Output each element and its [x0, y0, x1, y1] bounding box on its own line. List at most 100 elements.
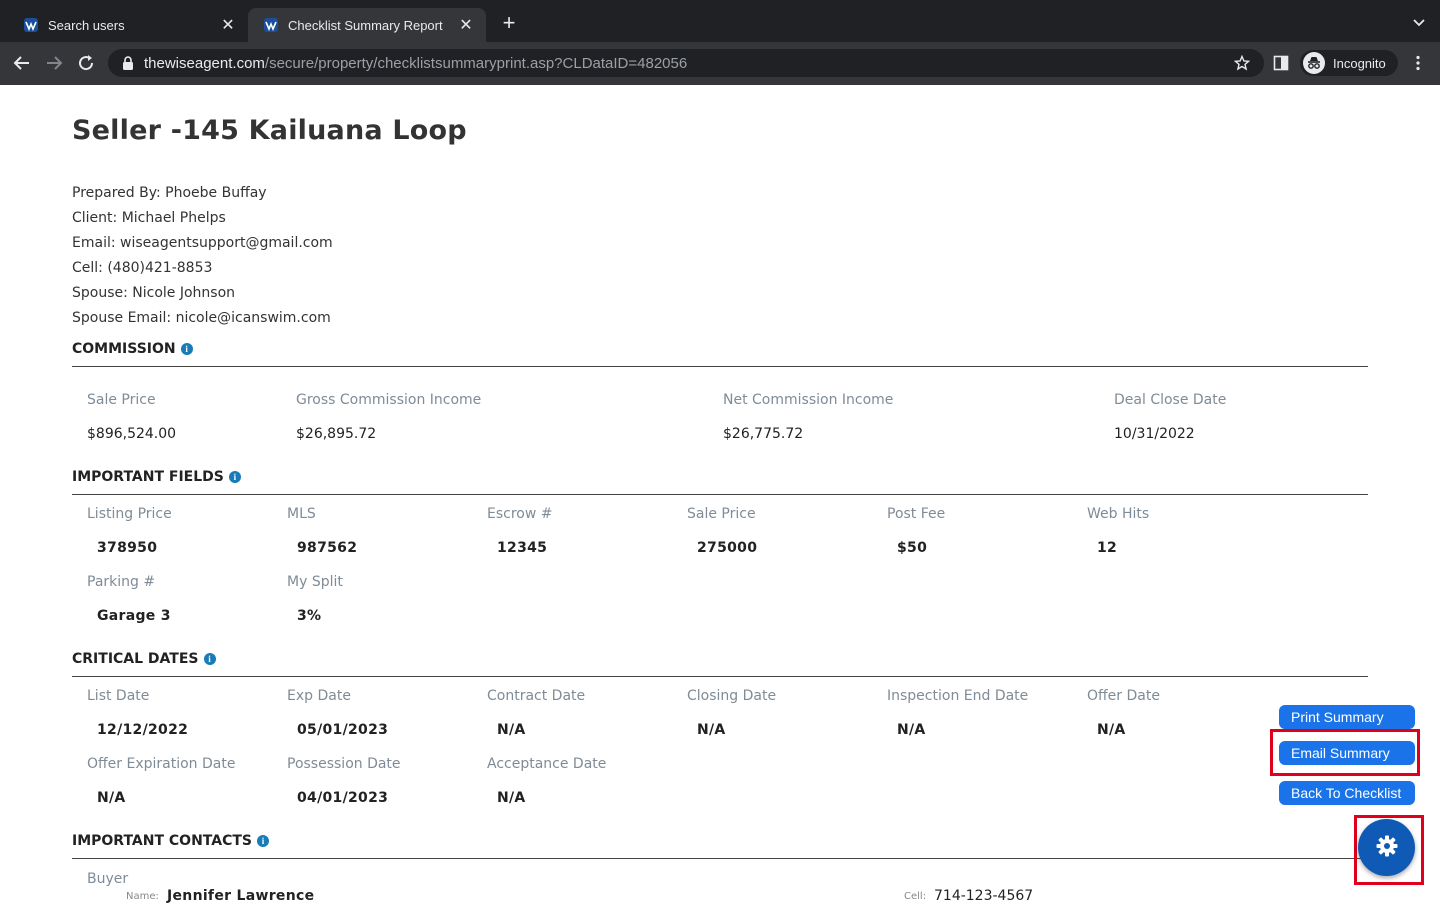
tab-title: Search users — [48, 17, 125, 33]
field-value: Garage 3 — [97, 608, 171, 624]
spouse-email: Spouse Email: nicole@icanswim.com — [72, 310, 331, 326]
side-panel-icon[interactable] — [1273, 55, 1289, 71]
field-value: 12345 — [497, 540, 548, 556]
client-cell: Cell: (480)421-8853 — [72, 260, 213, 276]
incognito-profile-button[interactable]: Incognito — [1300, 50, 1398, 76]
field-label: Parking # — [87, 574, 156, 590]
field-value: $26,895.72 — [296, 426, 377, 442]
field-label: Possession Date — [287, 756, 401, 772]
field-label: Sale Price — [87, 392, 156, 408]
address-bar[interactable]: thewiseagent.com/secure/property/checkli… — [108, 49, 1264, 77]
url-path: /secure/property/checklistsummaryprint.a… — [264, 54, 688, 72]
section-heading-text: COMMISSION — [72, 340, 176, 357]
field-label: Acceptance Date — [487, 756, 607, 772]
section-heading: IMPORTANT FIELDS i — [72, 467, 1368, 495]
url-host: thewiseagent.com — [144, 54, 265, 72]
field-value: 12 — [1097, 540, 1118, 556]
field-label: Offer Date — [1087, 688, 1160, 704]
browser-tab-bar: Search users ✕ Checklist Summary Report … — [0, 0, 1440, 42]
back-to-checklist-button[interactable]: Back To Checklist — [1279, 781, 1415, 805]
field-label: MLS — [287, 506, 316, 522]
client-info: Prepared By: Phoebe Buffay Client: Micha… — [72, 181, 333, 331]
contact-cell-value: 714-123-4567 — [934, 888, 1034, 904]
section-heading-text: IMPORTANT FIELDS — [72, 468, 224, 485]
field-label: Inspection End Date — [887, 688, 1029, 704]
important-fields-section: IMPORTANT FIELDS i Listing Price 378950 … — [72, 467, 1368, 624]
contact-cell-label: Cell: — [904, 891, 927, 902]
field-label: List Date — [87, 688, 150, 704]
reload-icon[interactable] — [75, 52, 97, 74]
section-heading: COMMISSION i — [72, 339, 1368, 367]
field-value: 3% — [297, 608, 322, 624]
field-value: 05/01/2023 — [297, 722, 389, 738]
tab-title: Checklist Summary Report — [288, 17, 443, 33]
buyer-label: Buyer — [87, 871, 129, 887]
tab-search-users[interactable]: Search users ✕ — [8, 8, 248, 42]
info-icon[interactable]: i — [180, 342, 193, 355]
gear-icon — [1375, 834, 1399, 862]
field-label: Closing Date — [687, 688, 777, 704]
field-value: $26,775.72 — [723, 426, 804, 442]
lock-icon[interactable] — [122, 56, 134, 70]
wiseagent-favicon-icon — [24, 18, 38, 32]
field-label: Sale Price — [687, 506, 756, 522]
field-label: Web Hits — [1087, 506, 1150, 522]
settings-fab-button[interactable] — [1358, 819, 1415, 876]
incognito-icon — [1303, 52, 1325, 74]
field-label: Deal Close Date — [1114, 392, 1227, 408]
field-value: 987562 — [297, 540, 358, 556]
field-label: Exp Date — [287, 688, 351, 704]
field-label: Post Fee — [887, 506, 946, 522]
contact-name-label: Name: — [126, 891, 159, 902]
field-label: Listing Price — [87, 506, 172, 522]
section-heading: IMPORTANT CONTACTS i — [72, 831, 1368, 859]
spouse-name: Spouse: Nicole Johnson — [72, 285, 236, 301]
email-summary-button[interactable]: Email Summary — [1279, 741, 1415, 765]
forward-arrow-icon[interactable] — [43, 52, 65, 74]
client-name: Client: Michael Phelps — [72, 210, 226, 226]
commission-section: COMMISSION i Sale Price $896,524.00 Gros… — [72, 339, 1368, 442]
field-value: N/A — [697, 722, 726, 738]
kebab-menu-icon[interactable] — [1410, 55, 1426, 71]
page-title: Seller -145 Kailuana Loop — [72, 115, 467, 146]
print-summary-button[interactable]: Print Summary — [1279, 705, 1415, 729]
profile-label: Incognito — [1333, 55, 1386, 71]
new-tab-icon[interactable]: + — [498, 12, 520, 34]
back-arrow-icon[interactable] — [11, 52, 33, 74]
field-value: N/A — [1097, 722, 1126, 738]
close-tab-icon[interactable]: ✕ — [220, 15, 236, 35]
field-value: 378950 — [97, 540, 158, 556]
field-label: Escrow # — [487, 506, 553, 522]
field-label: Net Commission Income — [723, 392, 894, 408]
wiseagent-favicon-icon — [264, 18, 278, 32]
field-value: 275000 — [697, 540, 758, 556]
field-value: N/A — [497, 722, 526, 738]
field-label: Contract Date — [487, 688, 586, 704]
info-icon[interactable]: i — [228, 470, 241, 483]
section-heading: CRITICAL DATES i — [72, 649, 1368, 677]
field-value: 10/31/2022 — [1114, 426, 1195, 442]
prepared-by: Prepared By: Phoebe Buffay — [72, 185, 267, 201]
info-icon[interactable]: i — [257, 834, 269, 847]
field-label: Gross Commission Income — [296, 392, 482, 408]
tab-checklist-summary[interactable]: Checklist Summary Report ✕ — [248, 8, 486, 42]
field-label: My Split — [287, 574, 343, 590]
section-heading-text: CRITICAL DATES — [72, 650, 199, 667]
close-tab-icon[interactable]: ✕ — [458, 15, 474, 35]
chevron-down-icon[interactable] — [1412, 14, 1426, 28]
field-value: 04/01/2023 — [297, 790, 389, 806]
field-value: N/A — [897, 722, 926, 738]
client-email: Email: wiseagentsupport@gmail.com — [72, 235, 333, 251]
section-heading-text: IMPORTANT CONTACTS — [72, 832, 252, 849]
field-value: $896,524.00 — [87, 426, 177, 442]
contact-name-value: Jennifer Lawrence — [167, 888, 315, 904]
field-label: Offer Expiration Date — [87, 756, 236, 772]
field-value: $50 — [897, 540, 928, 556]
bookmark-star-icon[interactable] — [1233, 54, 1251, 71]
field-value: N/A — [97, 790, 126, 806]
info-icon[interactable]: i — [203, 652, 216, 665]
critical-dates-section: CRITICAL DATES i List Date 12/12/2022 Ex… — [72, 649, 1368, 806]
field-value: N/A — [497, 790, 526, 806]
important-contacts-section: IMPORTANT CONTACTS i Buyer Name: Jennife… — [72, 831, 1368, 904]
field-value: 12/12/2022 — [97, 722, 189, 738]
